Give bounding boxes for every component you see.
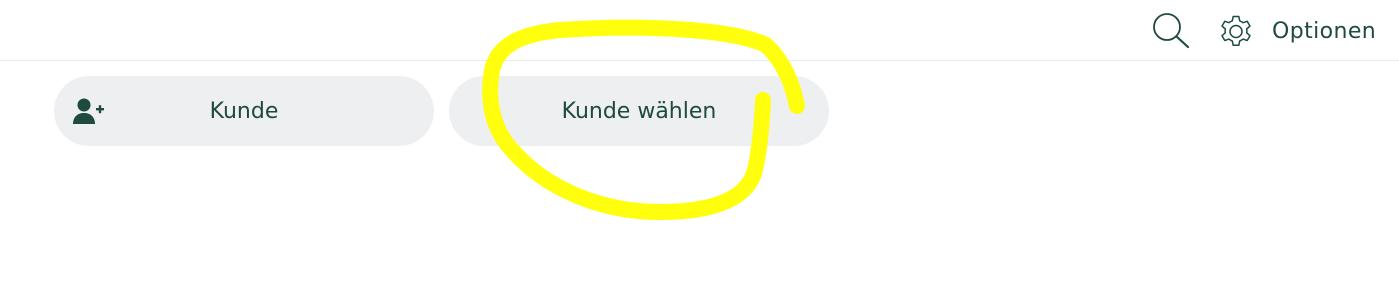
gear-icon — [1221, 15, 1251, 47]
choose-customer-button-label: Kunde wählen — [561, 98, 717, 124]
top-bar: Optionen — [0, 0, 1399, 61]
options-button[interactable]: Optionen — [1217, 12, 1376, 50]
add-user-icon — [73, 98, 104, 124]
choose-customer-button[interactable]: Kunde wählen — [449, 76, 829, 146]
options-label: Optionen — [1272, 18, 1377, 44]
customer-button[interactable]: Kunde — [54, 76, 434, 146]
search-icon[interactable] — [1150, 10, 1192, 50]
customer-button-label: Kunde — [209, 98, 279, 124]
